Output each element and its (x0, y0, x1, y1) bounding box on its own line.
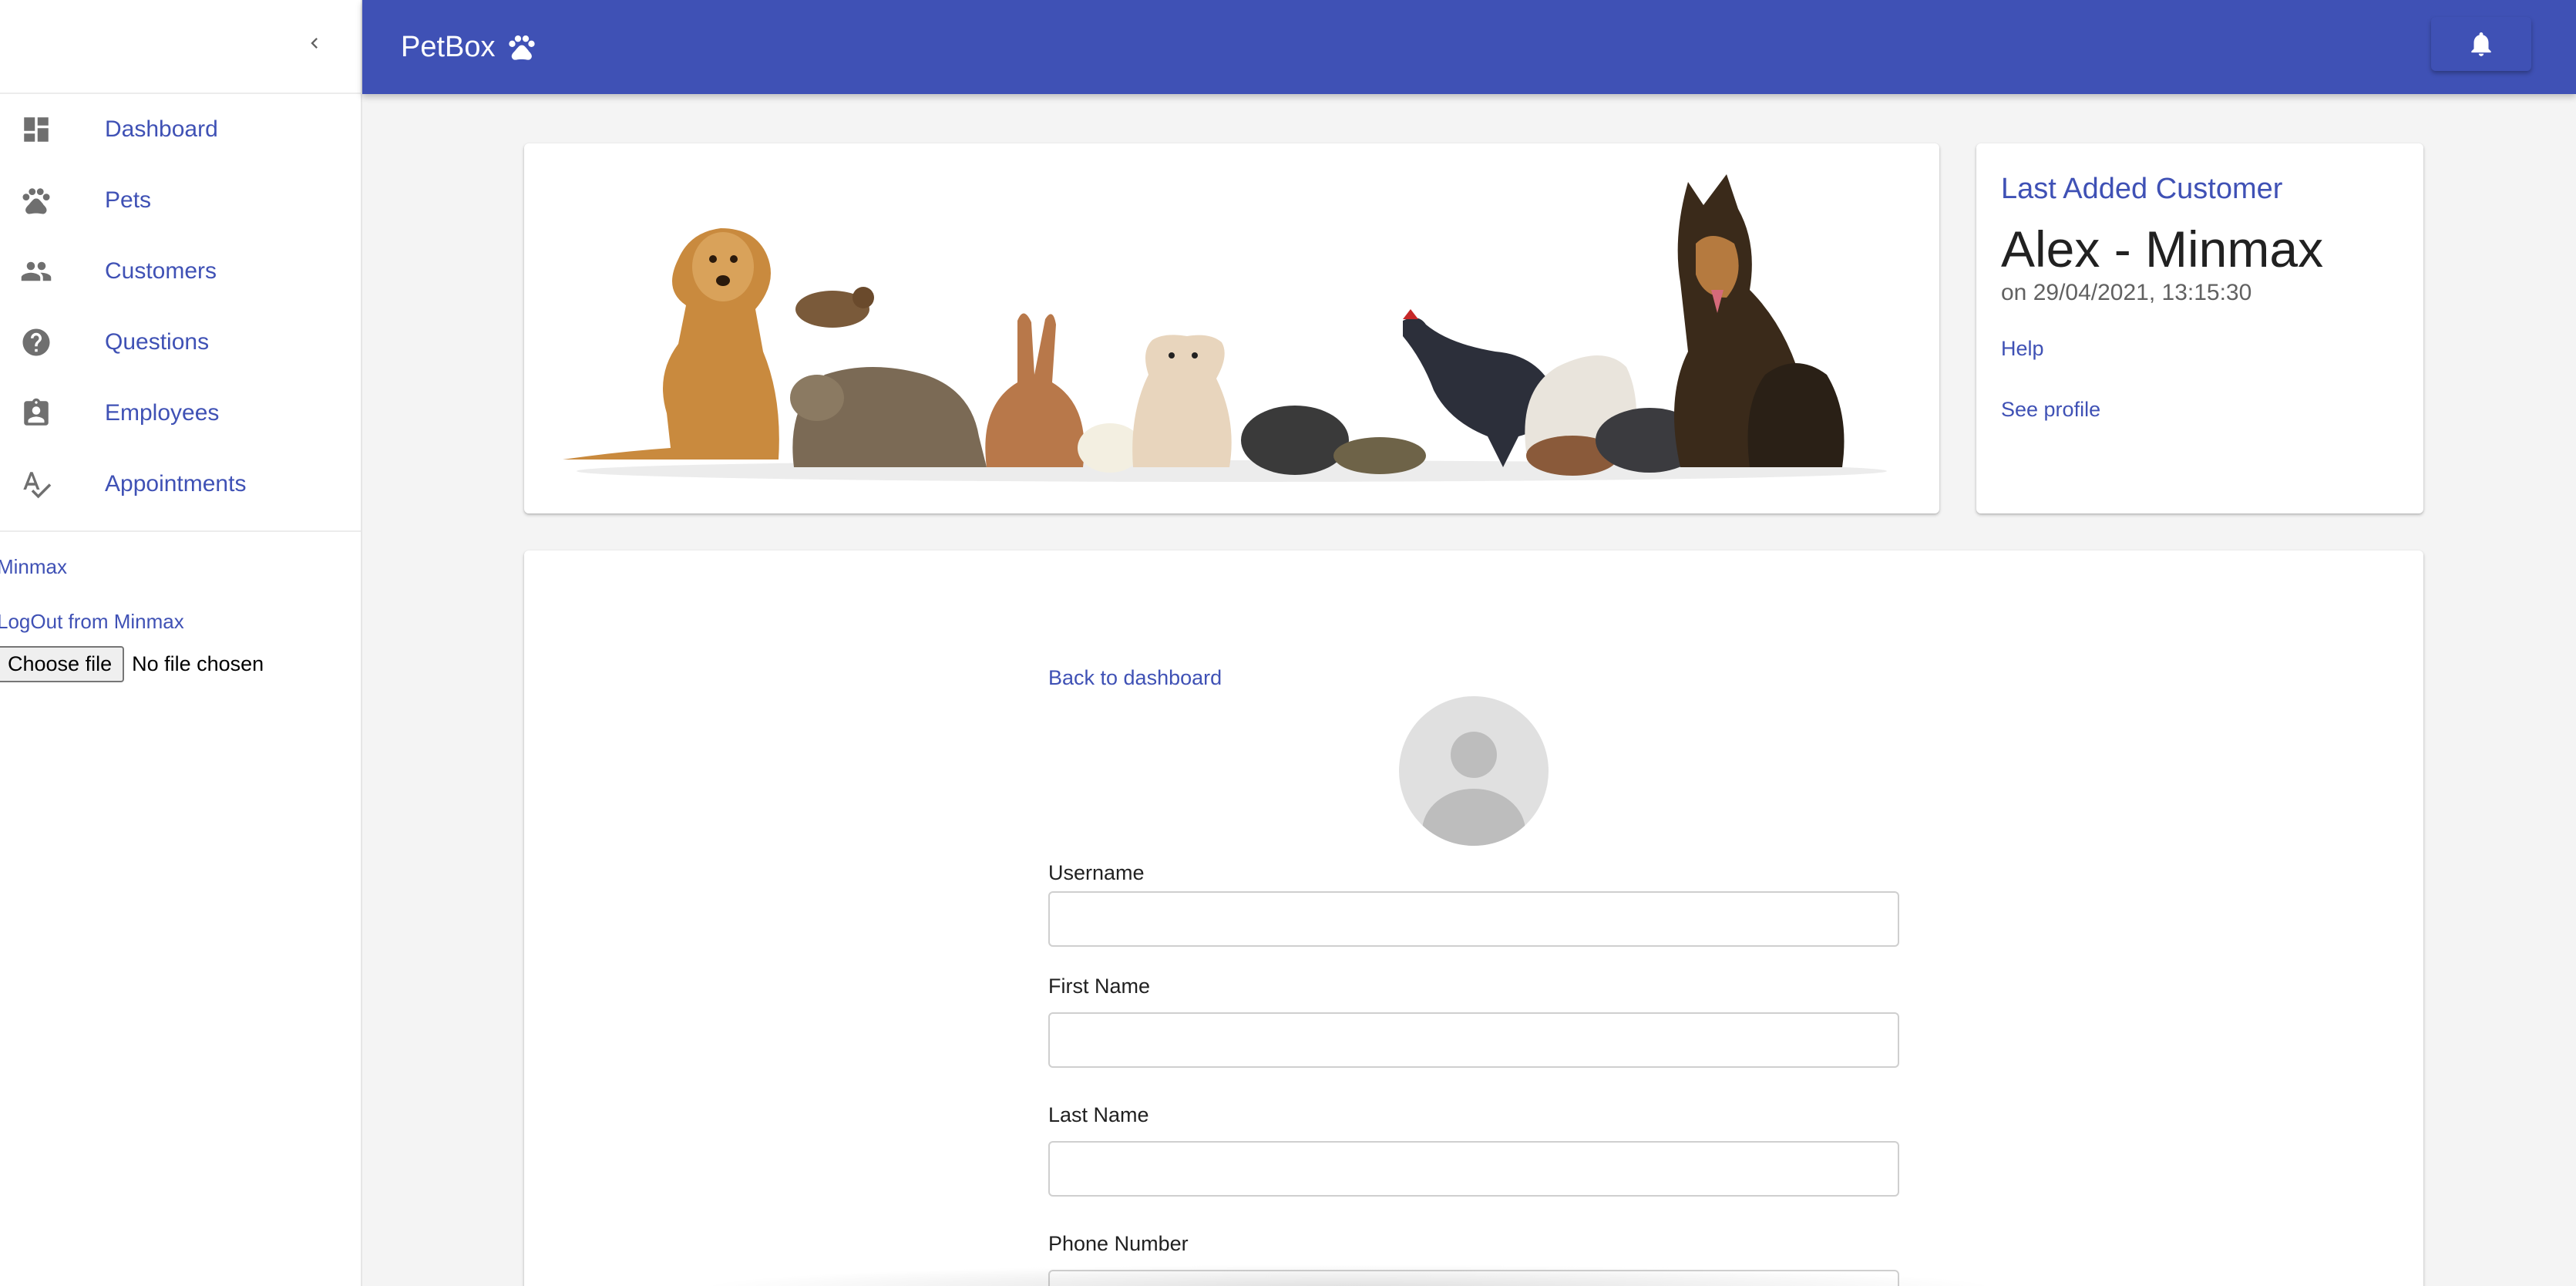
customer-form-card: Back to dashboard Username First Name La… (524, 550, 2423, 1286)
badge-icon (0, 397, 105, 429)
sidebar-header (0, 0, 361, 94)
user-profile-link[interactable]: Minmax (0, 555, 361, 579)
last-name-input[interactable] (1048, 1141, 1899, 1197)
collapse-sidebar-button[interactable] (299, 28, 330, 59)
brand-name: PetBox (401, 30, 496, 63)
dog-illustration (563, 228, 779, 460)
sidebar-item-pets[interactable]: Pets (0, 165, 361, 236)
customer-form: Back to dashboard Username First Name La… (1048, 666, 1899, 1286)
sidebar-item-employees[interactable]: Employees (0, 378, 361, 449)
paw-icon (0, 184, 105, 217)
sidebar-item-label: Customers (105, 258, 217, 284)
sidebar-nav: Dashboard Pets Customers Questions Emplo… (0, 94, 361, 520)
first-name-label: First Name (1048, 975, 1151, 998)
sidebar-item-label: Pets (105, 187, 152, 213)
see-profile-link[interactable]: See profile (2001, 398, 2399, 422)
file-upload: Choose file No file chosen (0, 646, 361, 682)
customer-name: Alex - Minmax (2001, 221, 2324, 278)
customer-added-date: on 29/04/2021, 13:15:30 (2001, 280, 2252, 305)
avatar[interactable] (1399, 696, 1549, 846)
sidebar-item-label: Employees (105, 400, 220, 426)
spellcheck-icon (0, 468, 105, 500)
sidebar-divider (0, 530, 361, 532)
phone-number-label: Phone Number (1048, 1232, 1189, 1255)
avatar-body (1422, 789, 1525, 846)
phone-number-input[interactable] (1048, 1270, 1899, 1286)
sidebar-item-label: Dashboard (105, 116, 218, 142)
sidebar-item-questions[interactable]: Questions (0, 307, 361, 378)
help-circle-icon (0, 326, 105, 359)
pets-illustration (563, 174, 1887, 482)
choose-file-button[interactable]: Choose file (0, 646, 125, 682)
sidebar-item-customers[interactable]: Customers (0, 236, 361, 307)
last-customer-card: Last Added Customer Alex - Minmax on 29/… (1976, 143, 2423, 513)
back-to-dashboard-link[interactable]: Back to dashboard (1048, 666, 1899, 690)
username-label: Username (1048, 861, 1145, 884)
app-bar: PetBox (362, 0, 2576, 94)
logout-link[interactable]: LogOut from Minmax (0, 610, 361, 634)
avatar-head (1451, 732, 1497, 778)
sidebar-item-dashboard[interactable]: Dashboard (0, 94, 361, 165)
brand: PetBox (401, 31, 537, 64)
bell-icon (2471, 32, 2491, 56)
help-link[interactable]: Help (2001, 337, 2399, 361)
file-status-text: No file chosen (132, 652, 264, 675)
people-icon (0, 255, 105, 288)
last-customer-heading: Last Added Customer (2001, 173, 2283, 205)
dashboard-icon (0, 113, 105, 146)
sidebar-item-label: Appointments (105, 471, 247, 497)
first-name-input[interactable] (1048, 1012, 1899, 1068)
chevron-left-icon (311, 38, 318, 49)
sidebar-item-appointments[interactable]: Appointments (0, 449, 361, 520)
paw-icon (508, 35, 535, 60)
pets-banner (524, 143, 1939, 513)
last-name-label: Last Name (1048, 1103, 1149, 1126)
username-input[interactable] (1048, 891, 1899, 947)
sidebar-item-label: Questions (105, 329, 210, 355)
notifications-button[interactable] (2431, 17, 2531, 71)
sidebar: Dashboard Pets Customers Questions Emplo… (0, 0, 362, 1286)
